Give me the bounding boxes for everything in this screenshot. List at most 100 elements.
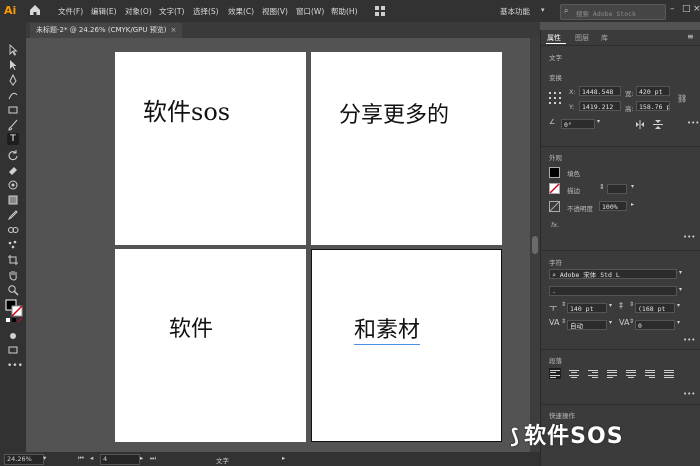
vertical-scrollbar[interactable] bbox=[530, 38, 540, 452]
artboard-4-text[interactable]: 和素材 bbox=[354, 312, 421, 345]
menu-object[interactable]: 对象(O) bbox=[125, 6, 152, 17]
opacity-field[interactable]: 100% bbox=[599, 201, 627, 211]
height-field[interactable]: 158.76 p bbox=[636, 101, 670, 111]
font-size-field[interactable]: 140 pt bbox=[567, 303, 607, 313]
close-tab-icon[interactable]: × bbox=[170, 26, 176, 34]
maximize-icon[interactable]: □ bbox=[682, 4, 691, 14]
zoom-field[interactable]: 24.26% bbox=[4, 454, 44, 465]
more-options-icon[interactable]: ••• bbox=[683, 390, 695, 398]
direct-selection-tool-icon[interactable] bbox=[7, 59, 19, 71]
menu-effect[interactable]: 效果(C) bbox=[228, 6, 254, 17]
arrange-documents-icon[interactable] bbox=[374, 5, 386, 17]
symbol-sprayer-tool-icon[interactable] bbox=[7, 239, 19, 251]
y-field[interactable]: 1419.212 bbox=[579, 101, 621, 111]
minimize-icon[interactable]: – bbox=[670, 4, 675, 14]
font-size-stepper-icon[interactable]: ⇕ bbox=[561, 301, 566, 308]
more-options-icon[interactable]: ••• bbox=[687, 119, 699, 127]
menu-type[interactable]: 文字(T) bbox=[159, 6, 184, 17]
first-artboard-icon[interactable]: ⏮ bbox=[78, 454, 84, 463]
x-field[interactable]: 1448.548 bbox=[579, 86, 621, 96]
fx-icon[interactable]: fx. bbox=[551, 221, 559, 229]
leading-field[interactable]: (168 pt bbox=[635, 303, 675, 313]
fill-stroke-swatch[interactable] bbox=[4, 298, 24, 326]
justify-right-icon[interactable] bbox=[644, 368, 656, 379]
stroke-weight-stepper-icon[interactable]: ⇕ bbox=[599, 183, 605, 191]
artboard-2[interactable]: 分享更多的 bbox=[311, 52, 502, 245]
stroke-weight-field[interactable] bbox=[607, 184, 627, 194]
flip-horizontal-icon[interactable] bbox=[635, 120, 645, 129]
menu-edit[interactable]: 编辑(E) bbox=[91, 6, 117, 17]
screen-mode-icon[interactable] bbox=[7, 344, 19, 356]
panel-menu-icon[interactable]: ≡ bbox=[687, 32, 694, 41]
tab-properties[interactable]: 属性 bbox=[547, 33, 561, 43]
justify-all-icon[interactable] bbox=[663, 368, 675, 379]
rectangle-tool-icon[interactable] bbox=[7, 104, 19, 116]
font-dropdown-icon[interactable]: ▾ bbox=[679, 269, 682, 276]
opacity-dropdown-icon[interactable]: ▸ bbox=[631, 201, 634, 208]
home-icon[interactable] bbox=[28, 3, 42, 17]
type-tool-icon[interactable]: T bbox=[7, 133, 19, 145]
stroke-swatch[interactable] bbox=[549, 183, 560, 194]
constrain-proportions-icon[interactable]: ⛓ bbox=[677, 94, 687, 103]
align-right-icon[interactable] bbox=[587, 368, 599, 379]
font-style-dropdown-icon[interactable]: ▾ bbox=[679, 286, 682, 293]
kerning-field[interactable]: 自动 bbox=[567, 320, 607, 330]
leading-dropdown-icon[interactable]: ▾ bbox=[677, 302, 680, 309]
selection-tool-icon[interactable] bbox=[7, 44, 19, 56]
artboard-number-field[interactable]: 4 bbox=[100, 454, 140, 465]
menu-help[interactable]: 帮助(H) bbox=[331, 6, 358, 17]
tab-layers[interactable]: 图层 bbox=[575, 33, 589, 43]
rotate-field[interactable]: 0° bbox=[561, 119, 595, 129]
font-style-field[interactable]: - bbox=[549, 286, 677, 296]
fill-swatch[interactable] bbox=[549, 167, 560, 178]
artboard-3[interactable]: 软件 bbox=[115, 249, 306, 442]
justify-left-icon[interactable] bbox=[606, 368, 618, 379]
align-center-icon[interactable] bbox=[568, 368, 580, 379]
artboard-1[interactable]: 软件sos bbox=[115, 52, 306, 245]
leading-stepper-icon[interactable]: ⇕ bbox=[629, 301, 634, 308]
artboard-1-text[interactable]: 软件sos bbox=[143, 92, 230, 127]
next-artboard-icon[interactable]: ▸ bbox=[140, 454, 143, 462]
draw-mode-icon[interactable] bbox=[7, 330, 19, 342]
pen-tool-icon[interactable] bbox=[7, 74, 19, 86]
paintbrush-tool-icon[interactable] bbox=[7, 119, 19, 131]
rotate-tool-icon[interactable] bbox=[7, 149, 19, 161]
canvas-area[interactable]: 软件sos 分享更多的 软件 和素材 bbox=[26, 38, 530, 452]
justify-center-icon[interactable] bbox=[625, 368, 637, 379]
menu-window[interactable]: 窗口(W) bbox=[296, 6, 324, 17]
menu-file[interactable]: 文件(F) bbox=[58, 6, 83, 17]
last-artboard-icon[interactable]: ⏭ bbox=[150, 454, 156, 463]
menu-view[interactable]: 视图(V) bbox=[262, 6, 288, 17]
font-size-dropdown-icon[interactable]: ▾ bbox=[609, 302, 612, 309]
more-options-icon[interactable]: ••• bbox=[683, 336, 695, 344]
eyedropper-tool-icon[interactable] bbox=[7, 209, 19, 221]
reference-point-icon[interactable] bbox=[549, 92, 561, 104]
artboard-2-text[interactable]: 分享更多的 bbox=[339, 97, 449, 129]
chevron-down-icon[interactable]: ▾ bbox=[541, 6, 545, 14]
scrollbar-thumb[interactable] bbox=[532, 236, 538, 254]
eraser-tool-icon[interactable] bbox=[7, 164, 19, 176]
flip-vertical-icon[interactable] bbox=[653, 120, 663, 129]
font-family-field[interactable]: ⌕ Adobe 宋体 Std L bbox=[549, 269, 677, 279]
more-options-icon[interactable]: ••• bbox=[683, 233, 695, 241]
hand-tool-icon[interactable] bbox=[7, 269, 19, 281]
menu-select[interactable]: 选择(S) bbox=[193, 6, 219, 17]
zoom-dropdown-icon[interactable]: ▾ bbox=[43, 454, 46, 462]
tracking-dropdown-icon[interactable]: ▾ bbox=[677, 319, 680, 326]
blend-tool-icon[interactable] bbox=[7, 224, 19, 236]
tracking-stepper-icon[interactable]: ⇕ bbox=[629, 318, 634, 325]
artboard-3-text[interactable]: 软件 bbox=[169, 311, 213, 343]
stock-search-field[interactable]: ⌕ 搜索 Adobe Stock bbox=[560, 4, 666, 20]
curvature-tool-icon[interactable] bbox=[7, 89, 19, 101]
width-field[interactable]: 420 pt bbox=[636, 86, 670, 96]
kerning-stepper-icon[interactable]: ⇕ bbox=[561, 318, 566, 325]
prev-artboard-icon[interactable]: ◂ bbox=[90, 454, 93, 462]
kerning-dropdown-icon[interactable]: ▾ bbox=[609, 319, 612, 326]
tab-libraries[interactable]: 库 bbox=[601, 33, 608, 43]
artboard-tool-icon[interactable] bbox=[7, 254, 19, 266]
tracking-field[interactable]: 0 bbox=[635, 320, 675, 330]
status-arrow-icon[interactable]: ▸ bbox=[282, 454, 285, 462]
align-left-icon[interactable] bbox=[549, 368, 561, 379]
rotate-dropdown-icon[interactable]: ▾ bbox=[597, 118, 600, 125]
stroke-dropdown-icon[interactable]: ▾ bbox=[631, 183, 634, 190]
